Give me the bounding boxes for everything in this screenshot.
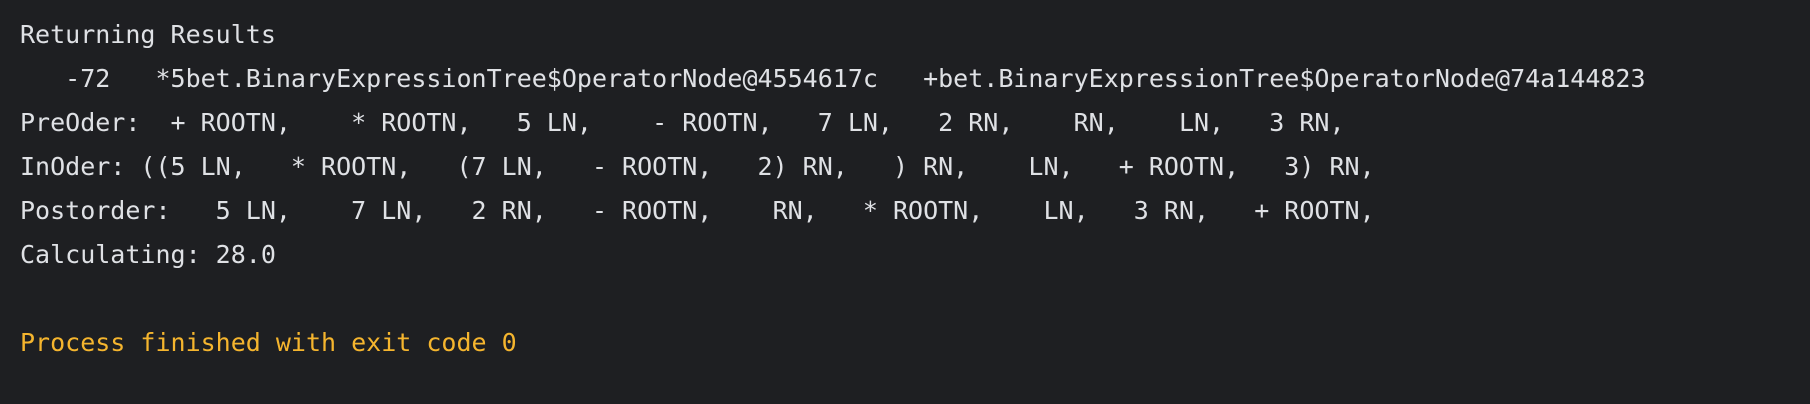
process-exit-message: Process finished with exit code 0 xyxy=(20,328,517,357)
console-line-inorder: InOder: ((5 LN, * ROOTN, (7 LN, - ROOTN,… xyxy=(20,152,1375,181)
console-line-calculating: Calculating: 28.0 xyxy=(20,240,276,269)
console-line-root-nodes: -72 *5bet.BinaryExpressionTree$OperatorN… xyxy=(20,64,1646,93)
console-line-postorder: Postorder: 5 LN, 7 LN, 2 RN, - ROOTN, RN… xyxy=(20,196,1375,225)
console-line-returning-results: Returning Results xyxy=(20,20,276,49)
console-clipped-line: p xyxy=(20,0,306,4)
run-console-output[interactable]: p Returning Results -72 *5bet.BinaryExpr… xyxy=(0,0,1810,404)
console-line-preorder: PreOder: + ROOTN, * ROOTN, 5 LN, - ROOTN… xyxy=(20,108,1345,137)
